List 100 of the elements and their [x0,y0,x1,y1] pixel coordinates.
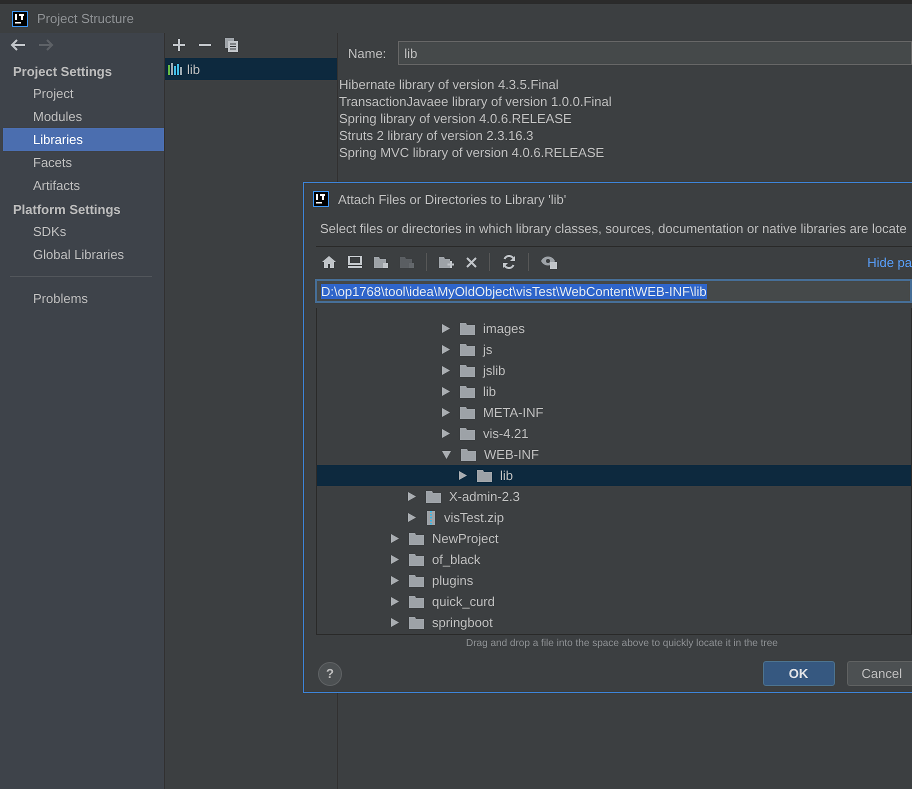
tree-row[interactable]: quick_curd [317,591,911,612]
tree-label: plugins [432,573,474,588]
collapsed-arrow-icon[interactable] [408,492,416,501]
dialog-description: Select files or directories in which library classes, sources, documentation or native libraries are locate [319,220,908,238]
archive-icon [426,510,436,524]
folder-icon [460,428,475,440]
folder-icon [461,448,476,460]
section-header: Platform Settings [12,201,122,219]
library-item[interactable]: lib [165,58,337,80]
library-icon [168,63,182,75]
collapsed-arrow-icon[interactable] [442,324,450,333]
tree-row[interactable]: WEB-INF [317,444,911,465]
tree-row[interactable]: lib [317,465,911,486]
tree-label: jslib [483,363,506,378]
tree-row[interactable]: js [317,339,911,360]
collapsed-arrow-icon[interactable] [391,555,399,564]
collapsed-arrow-icon[interactable] [442,429,450,438]
sidebar-item[interactable]: Project [3,82,164,105]
eye-icon[interactable] [541,255,557,269]
hide-path-link[interactable]: Hide pa [867,254,912,270]
collapsed-arrow-icon[interactable] [442,408,450,417]
name-label: Name: [348,46,386,60]
tree-row[interactable]: of_black [317,549,911,570]
folder-icon [460,406,475,418]
new-folder-icon[interactable] [439,256,454,268]
library-description: TransactionJavaee library of version 1.0.0.Final [339,93,613,110]
tree-label: js [483,342,492,357]
monitor-icon[interactable] [348,256,362,268]
expanded-arrow-icon[interactable] [442,450,451,458]
drag-hint: Drag and drop a file into the space above to quickly locate it in the tree [465,637,779,650]
sidebar-item[interactable]: Problems [3,287,164,310]
library-description: Hibernate library of version 4.3.5.Final [339,76,560,93]
library-description: Struts 2 library of version 2.3.16.3 [339,127,534,144]
cancel-button[interactable]: Cancel [846,661,912,686]
tree-label: lib [483,384,496,399]
window-title: Project Structure [37,11,134,26]
collapsed-arrow-icon[interactable] [442,387,450,396]
tree-row[interactable]: visTest.zip [317,507,911,528]
folder-icon [409,554,424,566]
tree-label: quick_curd [432,594,495,609]
section-header: Project Settings [12,63,113,81]
tree-label: WEB-INF [484,447,539,462]
help-button[interactable]: ? [318,662,342,686]
tree-row[interactable]: springboot [317,612,911,633]
tree-row[interactable]: images [317,318,911,339]
tree-label: springboot [432,615,493,630]
tree-label: NewProject [432,531,498,546]
collapsed-arrow-icon[interactable] [391,618,399,627]
home-icon[interactable] [322,256,336,268]
folder-icon [460,386,475,398]
refresh-icon[interactable] [502,255,516,269]
folder-icon [460,364,475,376]
collapsed-arrow-icon[interactable] [391,576,399,585]
folder-icon [477,470,492,482]
app-logo-icon [12,10,28,26]
folder-icon [409,616,424,628]
sidebar-item[interactable]: Modules [3,105,164,128]
library-name: lib [187,62,200,76]
tree-row[interactable]: META-INF [317,402,911,423]
tree-label: images [483,321,525,336]
copy-icon[interactable] [225,38,238,52]
folder-icon [409,532,424,544]
tree-row[interactable]: plugins [317,570,911,591]
folder-icon [460,344,475,356]
sidebar-item[interactable]: Artifacts [3,174,164,197]
add-icon[interactable] [173,39,185,51]
collapsed-arrow-icon[interactable] [442,366,450,375]
tree-row[interactable]: vis-4.21 [317,423,911,444]
tree-row[interactable]: jslib [317,360,911,381]
collapsed-arrow-icon[interactable] [391,597,399,606]
tree-label: visTest.zip [444,510,504,525]
folder-icon [426,490,441,502]
folder-icon [409,574,424,586]
library-description: Spring library of version 4.0.6.RELEASE [339,110,573,127]
collapsed-arrow-icon[interactable] [391,534,399,543]
ok-button[interactable]: OK [762,661,835,686]
library-description: Spring MVC library of version 4.0.6.RELEASE [339,144,606,161]
tree-row[interactable]: lib [317,381,911,402]
tree-label: X-admin-2.3 [449,489,520,504]
sidebar-item[interactable]: Libraries [3,128,164,151]
folder-icon [460,322,475,334]
collapsed-arrow-icon[interactable] [442,345,450,354]
tree-row[interactable]: X-admin-2.3 [317,486,911,507]
tree-label: META-INF [483,405,544,420]
tree-row[interactable]: NewProject [317,528,911,549]
dialog-title: Attach Files or Directories to Library 'lib' [338,192,566,206]
folder-icon[interactable] [374,256,388,268]
name-field[interactable]: lib [398,41,912,65]
sidebar-item[interactable]: Global Libraries [3,243,164,266]
sidebar-item[interactable]: SDKs [3,220,164,243]
delete-icon[interactable] [466,256,477,268]
app-logo-icon [313,191,329,207]
tree-label: vis-4.21 [483,426,529,441]
collapsed-arrow-icon[interactable] [408,513,416,522]
collapsed-arrow-icon[interactable] [459,471,467,480]
tree-label: of_black [432,552,480,567]
back-arrow-icon[interactable] [10,39,26,51]
path-field[interactable]: D:\op1768\tool\idea\MyOldObject\visTest\WebContent\WEB-INF\lib [315,279,912,303]
folder-icon [409,596,424,608]
sidebar-item[interactable]: Facets [3,151,164,174]
